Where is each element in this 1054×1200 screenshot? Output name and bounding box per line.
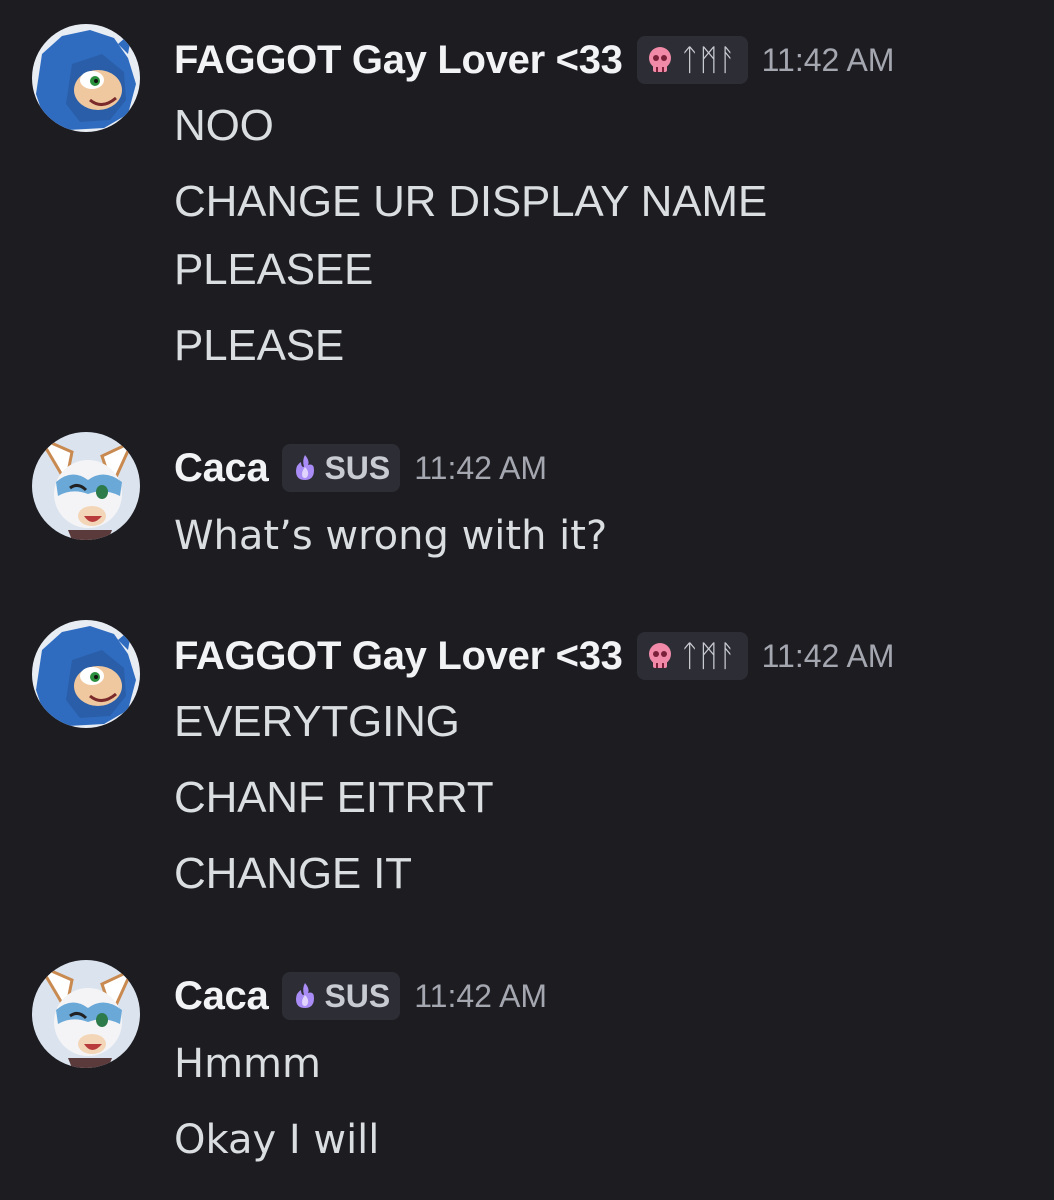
message-header: Caca SUS 11:42 AM [174, 970, 547, 1022]
tag-text: SUS [324, 449, 391, 486]
username[interactable]: Caca [174, 446, 269, 491]
user-tag[interactable]: ᛏᛗᚨ [636, 632, 748, 680]
message-text: PLEASEE [174, 245, 374, 294]
tag-text: ᛏᛗᚨ [680, 42, 738, 78]
message-text: CHANGE UR DISPLAY NAME [174, 177, 767, 226]
message-text: PLEASE [174, 321, 345, 370]
message-header: Caca SUS 11:42 AM [174, 442, 547, 494]
message-header: FAGGOT Gay Lover <33 ᛏᛗᚨ 11:42 AM [174, 34, 894, 86]
tag-text: ᛏᛗᚨ [680, 638, 738, 674]
pink-skull-icon [648, 643, 671, 668]
username[interactable]: FAGGOT Gay Lover <33 [174, 634, 623, 679]
timestamp: 11:42 AM [414, 449, 548, 486]
username[interactable]: Caca [174, 974, 269, 1019]
timestamp: 11:42 AM [761, 637, 895, 674]
username[interactable]: FAGGOT Gay Lover <33 [174, 38, 623, 83]
message-text: NOO [174, 101, 274, 150]
bat-girl-avatar-icon[interactable] [32, 432, 140, 540]
message-text: What’s wrong with it? [174, 513, 608, 559]
bat-girl-avatar-icon[interactable] [32, 960, 140, 1068]
tag-text: SUS [324, 977, 391, 1014]
message-text: CHANF EITRRT [174, 773, 494, 822]
hedgehog-avatar-icon[interactable] [32, 24, 140, 132]
purple-flame-icon [296, 983, 315, 1008]
pink-skull-icon [648, 47, 671, 72]
user-tag[interactable]: ᛏᛗᚨ [636, 36, 748, 84]
timestamp: 11:42 AM [761, 41, 895, 78]
message-text: EVERYTGING [174, 697, 460, 746]
timestamp: 11:42 AM [414, 977, 548, 1014]
user-tag[interactable]: SUS [282, 444, 401, 492]
message-text: Okay I will [174, 1117, 380, 1163]
user-tag[interactable]: SUS [282, 972, 401, 1020]
chat-messages: FAGGOT Gay Lover <33 ᛏᛗᚨ 11:42 AM NOO CH… [0, 0, 1054, 1200]
purple-flame-icon [296, 455, 315, 480]
message-text: CHANGE IT [174, 849, 412, 898]
message-header: FAGGOT Gay Lover <33 ᛏᛗᚨ 11:42 AM [174, 630, 894, 682]
hedgehog-avatar-icon[interactable] [32, 620, 140, 728]
message-text: Hmmm [174, 1041, 321, 1087]
